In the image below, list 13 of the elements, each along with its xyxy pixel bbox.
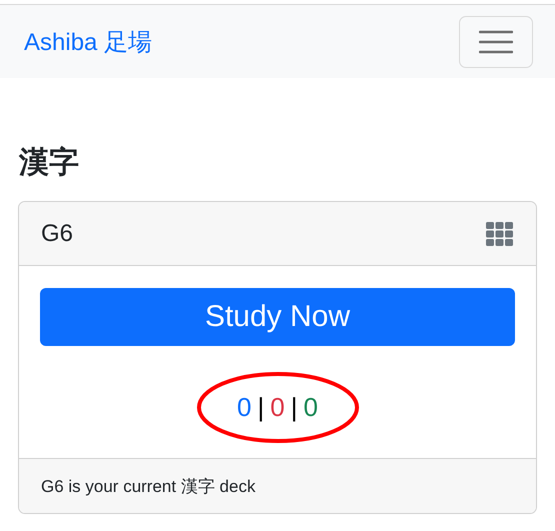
card-count: 0	[270, 392, 285, 423]
deck-name: G6	[41, 220, 74, 248]
footer-text: G6 is your current 漢字 deck	[41, 476, 256, 498]
brand-link[interactable]: Ashiba 足場	[24, 26, 152, 58]
page-heading: 漢字	[19, 144, 80, 181]
separator: |	[258, 392, 264, 423]
card-count: 0	[237, 392, 252, 423]
study-now-button[interactable]: Study Now	[40, 288, 515, 346]
separator: |	[290, 392, 298, 423]
grid-icon[interactable]	[486, 222, 513, 246]
card-count: 0	[304, 392, 318, 423]
menu-button[interactable]	[459, 16, 533, 68]
menu-icon	[479, 28, 513, 54]
